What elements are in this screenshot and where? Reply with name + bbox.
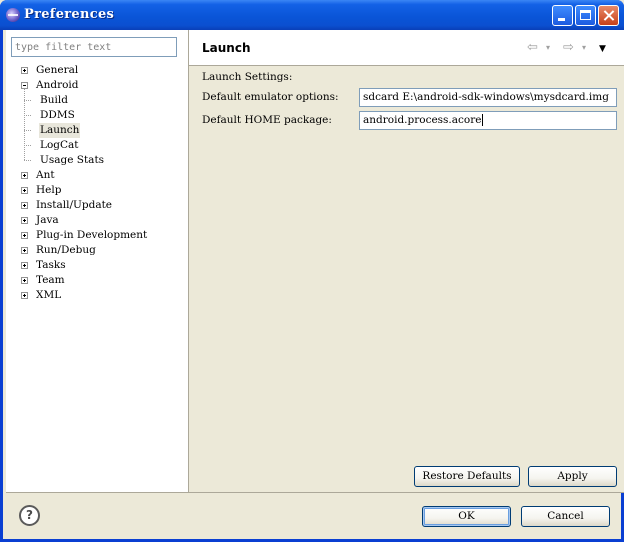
expand-icon[interactable] [21,232,28,239]
cancel-button[interactable]: Cancel [521,506,610,527]
tree-item[interactable]: XML [6,288,188,303]
tree-connector [24,100,31,101]
back-dropdown-icon[interactable]: ▾ [546,42,560,54]
expand-icon[interactable] [21,202,28,209]
home-package-label: Default HOME package: [202,114,332,126]
back-arrow-icon[interactable]: ⇦ [527,41,541,54]
tree-item[interactable]: Build [6,93,188,108]
tree-item-label: Java [36,214,59,226]
tree-item-label: Tasks [36,259,66,271]
tree-connector [24,115,31,116]
tree-item[interactable]: Install/Update [6,198,188,213]
collapse-icon[interactable] [21,82,28,89]
tree-item-label: Ant [36,169,55,181]
tree-item[interactable]: Ant [6,168,188,183]
tree-item[interactable]: Usage Stats [6,153,188,168]
view-menu-icon[interactable]: ▼ [599,43,613,55]
launch-settings-content: Launch Settings: Default emulator option… [189,66,624,492]
preference-navigation-panel: General Android Build DDMS LaunchLogCat Usage… [6,30,189,492]
expand-icon[interactable] [21,217,28,224]
tree-item[interactable]: Help [6,183,188,198]
home-package-value: android.process.acore [363,114,482,126]
tree-item-label: DDMS [40,109,75,121]
title-bar[interactable]: Preferences [0,0,624,30]
emulator-options-value: sdcard E:\android-sdk-windows\mysdcard.i… [363,91,609,103]
dialog-divider [6,492,624,493]
tree-connector [24,89,25,160]
expand-icon[interactable] [21,67,28,74]
tree-item[interactable]: Run/Debug [6,243,188,258]
expand-icon[interactable] [21,292,28,299]
tree-connector [24,145,31,146]
tree-item[interactable]: Plug-in Development [6,228,188,243]
tree-item[interactable]: General [6,63,188,78]
filter-input[interactable] [11,37,177,57]
expand-icon[interactable] [21,277,28,284]
text-caret [482,114,484,126]
preferences-window: Preferences General Android Build DDMS Launc… [0,0,624,542]
tree-item[interactable]: Launch [6,123,188,138]
tree-item-label: Android [36,79,79,91]
tree-item[interactable]: Tasks [6,258,188,273]
emulator-options-input[interactable]: sdcard E:\android-sdk-windows\mysdcard.i… [359,88,617,107]
preference-page-panel: Launch ⇦ ▾ ⇨ ▾ ▼ Launch Settings: Defaul… [189,30,624,492]
tree-connector [24,130,31,131]
forward-arrow-icon[interactable]: ⇨ [563,41,577,54]
tree-item-label: Run/Debug [36,244,96,256]
maximize-button[interactable] [575,5,596,26]
close-button[interactable] [598,5,619,26]
window-title: Preferences [24,7,115,22]
tree-item-label: XML [36,289,62,301]
tree-item-label: Build [40,94,68,106]
tree-item-label: Plug-in Development [36,229,148,241]
minimize-button[interactable] [552,5,573,26]
restore-defaults-button[interactable]: Restore Defaults [414,466,520,487]
tree-item-label-selected: Launch [39,123,81,138]
tree-item-label: General [36,64,79,76]
tree-item-label: Help [36,184,62,196]
eclipse-icon [6,8,20,22]
tree-item[interactable]: Android [6,78,188,93]
expand-icon[interactable] [21,187,28,194]
tree-connector [24,160,31,161]
launch-settings-label: Launch Settings: [202,71,293,83]
tree-item-label: Team [36,274,65,286]
forward-dropdown-icon[interactable]: ▾ [582,42,596,54]
help-icon[interactable]: ? [19,505,40,526]
emulator-options-label: Default emulator options: [202,91,339,103]
tree-item-label: Usage Stats [40,154,105,166]
tree-item-label: LogCat [40,139,79,151]
tree-item[interactable]: Java [6,213,188,228]
tree-item[interactable]: Team [6,273,188,288]
page-title: Launch [202,41,251,55]
tree-item[interactable]: DDMS [6,108,188,123]
tree-item-label: Install/Update [36,199,113,211]
expand-icon[interactable] [21,247,28,254]
home-package-input[interactable]: android.process.acore [359,111,617,130]
tree-item[interactable]: LogCat [6,138,188,153]
expand-icon[interactable] [21,262,28,269]
expand-icon[interactable] [21,172,28,179]
ok-button[interactable]: OK [422,506,511,527]
apply-button[interactable]: Apply [528,466,617,487]
